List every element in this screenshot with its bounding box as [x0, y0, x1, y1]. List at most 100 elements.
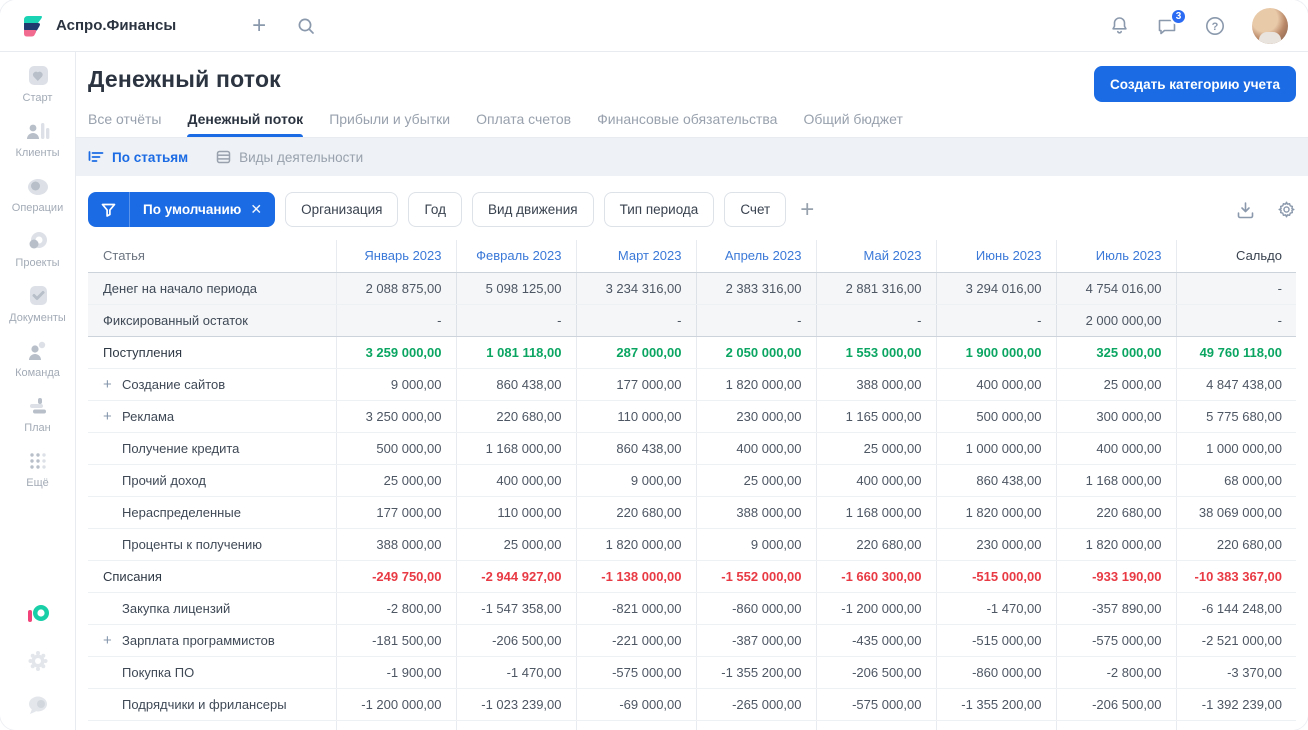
subtab-activity-types[interactable]: Виды деятельности: [216, 150, 363, 165]
row-label[interactable]: Проценты к получению: [122, 537, 262, 552]
cell-saldo: -: [1176, 272, 1296, 305]
cell-value: 3 234 316,00: [576, 272, 697, 305]
column-header-month[interactable]: Январь 2023: [336, 240, 457, 273]
cell-value: 860 438,00: [456, 368, 577, 401]
sidebar-item-label: Команда: [15, 367, 60, 379]
cell-value: -575 000,00: [1056, 624, 1177, 657]
filter-period-type-button[interactable]: Тип периода: [603, 192, 715, 227]
sidebar-item-start[interactable]: Старт: [0, 64, 75, 104]
settings-gear-icon[interactable]: [26, 650, 50, 672]
cell-value: -1 470,00: [936, 720, 1057, 730]
feedback-chat-icon[interactable]: [26, 694, 50, 716]
row-label[interactable]: Получение кредита: [122, 441, 239, 456]
cell-value: -1 023 239,00: [456, 688, 577, 721]
sidebar-item-label: Старт: [22, 92, 53, 104]
brand-mini-icon[interactable]: [24, 602, 52, 628]
cell-value: 230 000,00: [936, 528, 1057, 561]
cell-value: -1 138 000,00: [576, 560, 697, 593]
sidebar-item-documents[interactable]: Документы: [0, 284, 75, 324]
table-row: + Создание сайтов 9 000,00 860 438,00 177 00…: [88, 368, 1296, 401]
column-header-month[interactable]: Май 2023: [816, 240, 937, 273]
cell-value: -265 000,00: [696, 688, 817, 721]
row-label[interactable]: Покупка ПО: [122, 665, 194, 680]
cell-saldo: 38 069 000,00: [1176, 496, 1296, 529]
row-label[interactable]: Подрядчики и фрилансеры: [122, 697, 287, 712]
column-header-month[interactable]: Апрель 2023: [696, 240, 817, 273]
sidebar: Старт Клиенты Операции Проекты Документы…: [0, 52, 76, 730]
cash-flow-table: Статья Январь 2023 Февраль 2023 Март 202…: [88, 240, 1296, 730]
notifications-bell-icon[interactable]: [1109, 15, 1130, 36]
page-title: Денежный поток: [88, 66, 281, 92]
create-category-button[interactable]: Создать категорию учета: [1094, 66, 1296, 102]
cell-value: 220 680,00: [456, 400, 577, 433]
tab-financial-obligations[interactable]: Финансовые обязательства: [597, 111, 777, 137]
tab-general-budget[interactable]: Общий бюджет: [803, 111, 902, 137]
cell-value: -1 547 358,00: [456, 720, 577, 730]
column-header-month[interactable]: Июнь 2023: [936, 240, 1057, 273]
cell-value: -1 660 300,00: [816, 560, 937, 593]
cell-value: 1 820 000,00: [936, 496, 1057, 529]
row-label[interactable]: Создание сайтов: [122, 377, 225, 392]
cell-value: 4 754 016,00: [1056, 272, 1177, 305]
cell-value: 110 000,00: [456, 496, 577, 529]
row-label[interactable]: Зарплата программистов: [122, 633, 275, 648]
row-label: Поступления: [103, 344, 183, 360]
cell-saldo: 1 000 000,00: [1176, 432, 1296, 465]
tab-all-reports[interactable]: Все отчёты: [88, 111, 161, 137]
row-label[interactable]: Реклама: [122, 409, 174, 424]
cell-value: -: [576, 304, 697, 337]
row-label[interactable]: Нераспределенные: [122, 505, 241, 520]
cell-value: 2 881 316,00: [816, 272, 937, 305]
sidebar-item-operations[interactable]: Операции: [0, 174, 75, 214]
tab-cash-flow[interactable]: Денежный поток: [187, 111, 303, 137]
expand-row-icon[interactable]: +: [103, 408, 122, 425]
table-settings-gear-icon[interactable]: [1277, 200, 1296, 219]
chat-icon[interactable]: 3: [1156, 8, 1187, 36]
sidebar-item-more[interactable]: Ещё: [0, 449, 75, 489]
column-header-month[interactable]: Июль 2023: [1056, 240, 1177, 273]
cell-value: 3 250 000,00: [336, 400, 457, 433]
filter-movement-type-button[interactable]: Вид движения: [471, 192, 594, 227]
cell-value: 400 000,00: [1056, 432, 1177, 465]
cell-value: -3 000,00: [336, 720, 457, 730]
subtab-by-items[interactable]: По статьям: [88, 150, 188, 165]
filter-year-button[interactable]: Год: [408, 192, 462, 227]
table-row: Закупка лицензий -2 800,00 -1 547 358,00 -8…: [88, 592, 1296, 625]
sidebar-item-plan[interactable]: План: [0, 394, 75, 434]
expand-row-icon[interactable]: +: [103, 376, 122, 393]
sidebar-item-clients[interactable]: Клиенты: [0, 119, 75, 159]
table-row: + Зарплата программистов -181 500,00 -206 5…: [88, 624, 1296, 657]
cell-value: -206 500,00: [456, 624, 577, 657]
add-filter-icon[interactable]: +: [800, 197, 814, 222]
funnel-icon[interactable]: [88, 192, 130, 227]
help-icon[interactable]: ?: [1204, 15, 1226, 37]
cell-value: 9 000,00: [576, 464, 697, 497]
cell-saldo: -3 370,00: [1176, 656, 1296, 689]
table-row: Покупка ПО -1 900,00 -1 470,00 -575 000,00-…: [88, 656, 1296, 689]
row-label[interactable]: Закупка лицензий: [122, 601, 230, 616]
cell-value: 5 098 125,00: [456, 272, 577, 305]
tab-profit-loss[interactable]: Прибыли и убытки: [329, 111, 450, 137]
subtab-label: По статьям: [112, 149, 189, 165]
search-icon[interactable]: [296, 16, 316, 36]
table-row: Фиксированный остаток - - - - - -2 000 000,00-: [88, 304, 1296, 337]
sidebar-item-projects[interactable]: Проекты: [0, 229, 75, 269]
filter-account-button[interactable]: Счет: [724, 192, 787, 227]
cell-value: -: [456, 304, 577, 337]
default-filter-chip[interactable]: По умолчанию ✕: [88, 192, 276, 227]
column-header-month[interactable]: Февраль 2023: [456, 240, 577, 273]
expand-row-icon[interactable]: +: [103, 632, 122, 649]
download-icon[interactable]: [1236, 201, 1255, 219]
sidebar-item-team[interactable]: Команда: [0, 339, 75, 379]
cell-value: 2 088 875,00: [336, 272, 457, 305]
tab-invoice-payment[interactable]: Оплата счетов: [476, 111, 571, 137]
remove-filter-icon[interactable]: ✕: [250, 201, 262, 218]
add-icon[interactable]: +: [252, 13, 266, 38]
user-avatar[interactable]: [1252, 7, 1288, 44]
filter-organization-button[interactable]: Организация: [285, 192, 399, 227]
sidebar-item-label: Ещё: [26, 477, 49, 489]
cell-value: -387 000,00: [696, 624, 817, 657]
cell-saldo: 220 680,00: [1176, 528, 1296, 561]
row-label[interactable]: Прочий доход: [122, 473, 206, 488]
column-header-month[interactable]: Март 2023: [576, 240, 697, 273]
